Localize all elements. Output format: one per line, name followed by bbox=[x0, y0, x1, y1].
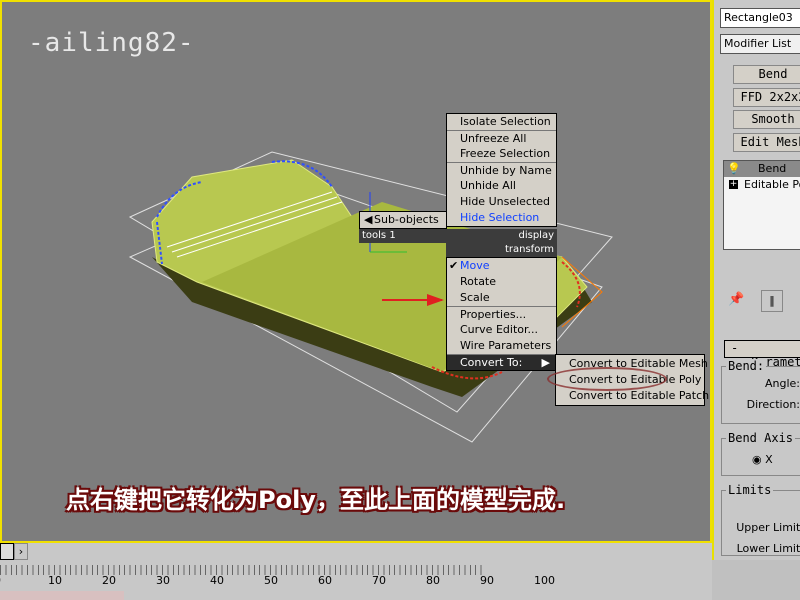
time-slider[interactable] bbox=[0, 543, 14, 560]
menu-item-isolate-selection[interactable]: Isolate Selection bbox=[447, 114, 556, 130]
upper-limit-label: Upper Limit: bbox=[736, 521, 800, 534]
menu-item-convert-editable-patch[interactable]: Convert to Editable Patch bbox=[556, 388, 709, 404]
menu-item-scale[interactable]: Scale bbox=[447, 290, 556, 306]
quad-title-display: display bbox=[446, 229, 557, 243]
pin-stack-icon[interactable]: 📌 bbox=[728, 292, 744, 307]
stack-item-editable-poly[interactable]: + Editable Poly bbox=[724, 177, 800, 193]
axis-x-radio[interactable]: ◉ X bbox=[752, 453, 773, 466]
lower-limit-label: Lower Limit: bbox=[736, 542, 800, 555]
menu-item-convert-to[interactable]: Convert To: ▶ bbox=[447, 354, 556, 370]
timeline-tick: 90 bbox=[480, 574, 494, 587]
perspective-viewport[interactable]: -ailing82- 点右键把它转化为Poly，至此上面的模型完成. ◀ Sub-… bbox=[0, 0, 712, 543]
timeline-tick: 40 bbox=[210, 574, 224, 587]
bend-group: Bend: Angle: Direction: bbox=[721, 359, 800, 424]
modifier-button-bend[interactable]: Bend bbox=[733, 65, 800, 84]
stack-item-bend[interactable]: 💡 Bend bbox=[724, 161, 800, 177]
3d-scene bbox=[128, 151, 613, 443]
timeline-tick: 50 bbox=[264, 574, 278, 587]
menu-item-curve-editor[interactable]: Curve Editor... bbox=[447, 322, 556, 338]
modifier-button-ffd[interactable]: FFD 2x2x2 bbox=[733, 88, 800, 107]
menu-item-properties[interactable]: Properties... bbox=[447, 306, 556, 322]
quad-title-transform: transform bbox=[446, 243, 557, 257]
timeline-tick: 10 bbox=[48, 574, 62, 587]
timeline-ruler[interactable] bbox=[0, 565, 485, 575]
quad-menu-transform: ✔ Move Rotate Scale Properties... Curve E… bbox=[446, 257, 557, 371]
menu-item-move[interactable]: ✔ Move bbox=[447, 258, 556, 274]
menu-item-wire-parameters[interactable]: Wire Parameters bbox=[447, 338, 556, 354]
subtitle-caption: 点右键把它转化为Poly，至此上面的模型完成. bbox=[66, 486, 566, 514]
submenu-arrow-icon: ▶ bbox=[541, 356, 550, 369]
bulb-icon: 💡 bbox=[727, 162, 741, 175]
modifier-stack[interactable]: 💡 Bend + Editable Poly bbox=[723, 160, 800, 250]
convert-to-label: Convert To: bbox=[460, 356, 523, 369]
menu-item-unfreeze-all[interactable]: Unfreeze All bbox=[447, 130, 556, 146]
menu-item-rotate[interactable]: Rotate bbox=[447, 274, 556, 290]
timeline-tick: 30 bbox=[156, 574, 170, 587]
timeline-tick: 20 bbox=[102, 574, 116, 587]
quad-title-tools1: tools 1 bbox=[359, 229, 447, 243]
bend-group-label: Bend: bbox=[726, 359, 767, 373]
timeline-tick: 60 bbox=[318, 574, 332, 587]
menu-item-unhide-all[interactable]: Unhide All bbox=[447, 178, 556, 194]
expand-icon: + bbox=[729, 179, 738, 189]
quad-menu-display: Isolate Selection Unfreeze All Freeze Se… bbox=[446, 113, 557, 227]
timeline-area: › 0 10 20 30 40 50 60 70 80 90 100 bbox=[0, 543, 712, 600]
menu-item-hide-selection[interactable]: Hide Selection bbox=[447, 210, 556, 226]
next-frame-icon[interactable]: › bbox=[14, 543, 28, 560]
limits-label: Limits bbox=[726, 483, 774, 497]
move-label: Move bbox=[460, 259, 490, 272]
menu-item-unhide-by-name[interactable]: Unhide by Name bbox=[447, 162, 556, 178]
status-bar bbox=[0, 591, 124, 600]
menu-item-sub-objects[interactable]: ◀ Sub-objects bbox=[360, 212, 446, 228]
axis-x-label: X bbox=[765, 453, 773, 466]
highlight-ellipse bbox=[547, 367, 667, 391]
bend-axis-label: Bend Axis bbox=[726, 431, 796, 445]
parameters-rollout-header[interactable]: - Parameters bbox=[724, 340, 800, 369]
timeline-tick: 100 bbox=[534, 574, 555, 587]
timeline-tick: 70 bbox=[372, 574, 386, 587]
modifier-button-smooth[interactable]: Smooth bbox=[733, 110, 800, 129]
modifier-list-dropdown[interactable]: Modifier List bbox=[720, 34, 800, 54]
timeline-tick: 80 bbox=[426, 574, 440, 587]
stack-label: Bend bbox=[758, 162, 787, 175]
limits-group: Limits Upper Limit: Lower Limit: bbox=[721, 483, 800, 556]
checkmark-icon: ✔ bbox=[449, 259, 459, 272]
angle-label: Angle: bbox=[764, 377, 800, 390]
quad-subobjects[interactable]: ◀ Sub-objects bbox=[359, 211, 447, 229]
show-end-result-icon[interactable]: ‖ bbox=[761, 290, 783, 312]
menu-item-freeze-selection[interactable]: Freeze Selection bbox=[447, 146, 556, 162]
object-name-field[interactable]: Rectangle03 bbox=[720, 8, 800, 28]
command-panel: Rectangle03 Modifier List Bend FFD 2x2x2… bbox=[712, 0, 800, 560]
bend-axis-group: Bend Axis ◉ X bbox=[721, 431, 800, 476]
sub-objects-label: Sub-objects bbox=[374, 213, 439, 226]
direction-label: Direction: bbox=[746, 398, 800, 411]
timeline-tick: 0 bbox=[0, 574, 1, 587]
stack-label: Editable Poly bbox=[744, 178, 800, 191]
watermark: -ailing82- bbox=[28, 28, 195, 58]
modifier-button-edit-mesh[interactable]: Edit Mesh bbox=[733, 133, 800, 152]
menu-item-hide-unselected[interactable]: Hide Unselected bbox=[447, 194, 556, 210]
